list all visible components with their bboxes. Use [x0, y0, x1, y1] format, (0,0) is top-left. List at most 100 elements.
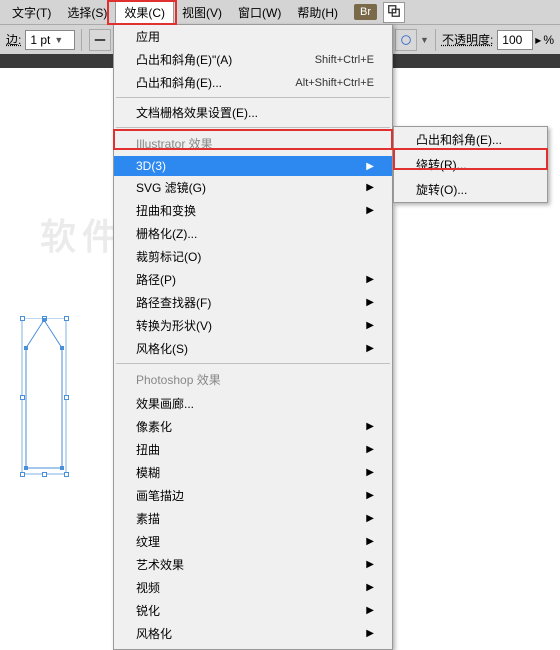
chevron-down-icon: ▼ [54, 35, 63, 45]
chevron-right-icon: ▶ [366, 536, 374, 547]
menu-item-label: 转换为形状(V) [136, 317, 212, 334]
separator [435, 29, 436, 51]
menu-item-label: 效果画廊... [136, 395, 194, 412]
menu-separator [116, 97, 390, 98]
menu-item[interactable]: 效果画廊... [114, 392, 392, 415]
menu-item[interactable]: 画笔描边 ▶ [114, 484, 392, 507]
menu-item[interactable]: 裁剪标记(O) [114, 245, 392, 268]
effect-menu-dropdown: 应用 凸出和斜角(E)"(A) Shift+Ctrl+E 凸出和斜角(E)...… [113, 24, 393, 650]
menu-item-label: 视频 [136, 579, 160, 596]
chevron-right-icon: ▶ [366, 343, 374, 354]
chevron-right-icon: ▶ [366, 421, 374, 432]
menu-item-label: 素描 [136, 510, 160, 527]
opacity-value: 100 [502, 33, 522, 47]
menu-item-label: 纹理 [136, 533, 160, 550]
chevron-right-icon: ▶ [366, 161, 374, 172]
menu-item-label: 路径(P) [136, 271, 176, 288]
menu-item[interactable]: 锐化 ▶ [114, 599, 392, 622]
opacity-label: 不透明度: [442, 31, 493, 48]
menu-separator [116, 363, 390, 364]
selected-path-shape[interactable] [18, 318, 70, 478]
menu-item[interactable]: 视频 ▶ [114, 576, 392, 599]
chevron-right-icon: ▶ [366, 205, 374, 216]
menu-separator [116, 127, 390, 128]
opacity-suffix: % [543, 33, 554, 47]
menu-item-label: 像素化 [136, 418, 172, 435]
menu-item-label: 栅格化(Z)... [136, 225, 197, 242]
menu-item-label: 风格化(S) [136, 340, 188, 357]
menubar: 文字(T) 选择(S) 效果(C) 视图(V) 窗口(W) 帮助(H) Br [0, 0, 560, 24]
menu-item-label: 锐化 [136, 602, 160, 619]
menu-view[interactable]: 视图(V) [174, 1, 230, 24]
submenu-item-extrude[interactable]: 凸出和斜角(E)... [394, 127, 547, 152]
menu-item[interactable]: 转换为形状(V)▶ [114, 314, 392, 337]
menu-item[interactable]: 风格化(S) ▶ [114, 337, 392, 360]
opacity-field[interactable]: 100 [497, 30, 533, 50]
tool-icon-2[interactable] [395, 29, 417, 51]
menu-item-label: 文档栅格效果设置(E)... [136, 104, 258, 121]
stroke-style-icon[interactable] [89, 29, 111, 51]
menu-item[interactable]: 扭曲和变换 ▶ [114, 199, 392, 222]
menu-item-label: 画笔描边 [136, 487, 184, 504]
menu-item[interactable]: 栅格化(Z)... [114, 222, 392, 245]
menu-item-label: 模糊 [136, 464, 160, 481]
3d-submenu: 凸出和斜角(E)... 绕转(R)... 旋转(O)... [393, 126, 548, 203]
menu-item-label: 凸出和斜角(E)"(A) [136, 51, 232, 68]
chevron-right-icon: ▶ [366, 605, 374, 616]
menu-item[interactable]: 3D(3) ▶ [114, 156, 392, 176]
menu-item[interactable]: 素描 ▶ [114, 507, 392, 530]
menu-item[interactable]: SVG 滤镜(G) ▶ [114, 176, 392, 199]
opacity-arrow-icon[interactable]: ▸ [535, 33, 541, 47]
menu-item[interactable]: 艺术效果 ▶ [114, 553, 392, 576]
menu-text[interactable]: 文字(T) [4, 1, 59, 24]
menu-item[interactable]: 纹理 ▶ [114, 530, 392, 553]
chevron-right-icon: ▶ [366, 444, 374, 455]
menu-item[interactable]: 模糊 ▶ [114, 461, 392, 484]
menu-item-shortcut: Alt+Shift+Ctrl+E [295, 77, 374, 89]
chevron-down-icon[interactable]: ▼ [420, 35, 429, 45]
menu-item[interactable]: 路径查找器(F) ▶ [114, 291, 392, 314]
menu-help[interactable]: 帮助(H) [289, 1, 346, 24]
search-icon[interactable] [383, 2, 405, 23]
menu-item[interactable]: 路径(P) ▶ [114, 268, 392, 291]
menu-item-label: 应用 [136, 28, 160, 45]
menu-item-label: 风格化 [136, 625, 172, 642]
chevron-right-icon: ▶ [366, 559, 374, 570]
menu-item[interactable]: 像素化 ▶ [114, 415, 392, 438]
menu-item-label: 路径查找器(F) [136, 294, 211, 311]
chevron-right-icon: ▶ [366, 297, 374, 308]
chevron-right-icon: ▶ [366, 582, 374, 593]
menu-item-apply[interactable]: 应用 [114, 25, 392, 48]
menu-item-label: 扭曲 [136, 441, 160, 458]
menu-item-extrude-opts[interactable]: 凸出和斜角(E)... Alt+Shift+Ctrl+E [114, 71, 392, 94]
menu-item-label: 裁剪标记(O) [136, 248, 201, 265]
menu-item-label: SVG 滤镜(G) [136, 179, 206, 196]
chevron-right-icon: ▶ [366, 467, 374, 478]
stroke-weight-value: 1 pt [30, 33, 50, 47]
bridge-badge[interactable]: Br [354, 4, 377, 20]
menu-section-header: Photoshop 效果 [114, 367, 392, 392]
menu-item[interactable]: 扭曲 ▶ [114, 438, 392, 461]
menu-item[interactable]: 风格化 ▶ [114, 622, 392, 645]
menu-item-label: 扭曲和变换 [136, 202, 196, 219]
chevron-right-icon: ▶ [366, 490, 374, 501]
chevron-right-icon: ▶ [366, 628, 374, 639]
chevron-right-icon: ▶ [366, 182, 374, 193]
stroke-weight-field[interactable]: 1 pt ▼ [25, 30, 75, 50]
stroke-label: 边: [6, 31, 21, 48]
menu-item-label: 凸出和斜角(E)... [136, 74, 222, 91]
separator [81, 29, 82, 51]
menu-section-header: Illustrator 效果 [114, 131, 392, 156]
chevron-right-icon: ▶ [366, 274, 374, 285]
menu-select[interactable]: 选择(S) [59, 1, 115, 24]
menu-item-shortcut: Shift+Ctrl+E [315, 54, 374, 66]
menu-item-doc-raster[interactable]: 文档栅格效果设置(E)... [114, 101, 392, 124]
menu-effect[interactable]: 效果(C) [115, 0, 174, 24]
menu-item-label: 艺术效果 [136, 556, 184, 573]
chevron-right-icon: ▶ [366, 513, 374, 524]
submenu-item-revolve[interactable]: 绕转(R)... [394, 152, 547, 177]
menu-item-label: 3D(3) [136, 159, 166, 173]
menu-item-extrude-last[interactable]: 凸出和斜角(E)"(A) Shift+Ctrl+E [114, 48, 392, 71]
menu-window[interactable]: 窗口(W) [230, 1, 289, 24]
submenu-item-rotate[interactable]: 旋转(O)... [394, 177, 547, 202]
